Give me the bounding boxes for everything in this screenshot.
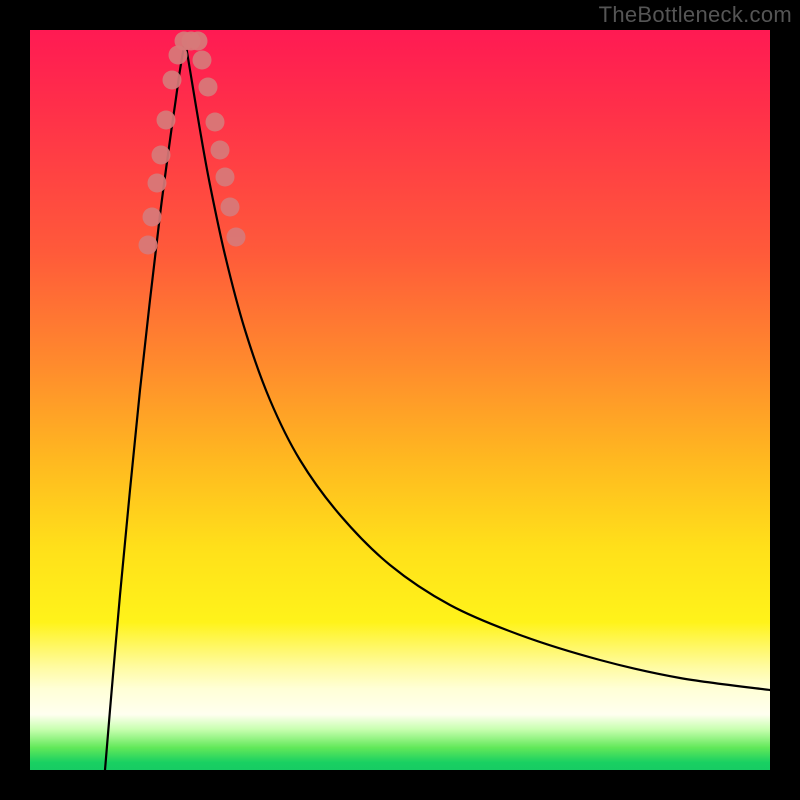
sample-dot [143,208,162,227]
sample-dot [157,111,176,130]
sample-dot [193,51,212,70]
sample-dot [227,228,246,247]
chart-frame: TheBottleneck.com [0,0,800,800]
sample-dot [139,236,158,255]
sample-dot [211,141,230,160]
plot-area [30,30,770,770]
sample-dot [189,32,208,51]
curve-right-branch [185,40,770,690]
sample-dot [216,168,235,187]
curve-layer [30,30,770,770]
watermark-label: TheBottleneck.com [599,2,792,28]
sample-dot [206,113,225,132]
sample-dot [221,198,240,217]
sample-dot [163,71,182,90]
sample-dot [199,78,218,97]
curve-left-branch [105,40,185,770]
sample-dot [148,174,167,193]
sample-dot [152,146,171,165]
